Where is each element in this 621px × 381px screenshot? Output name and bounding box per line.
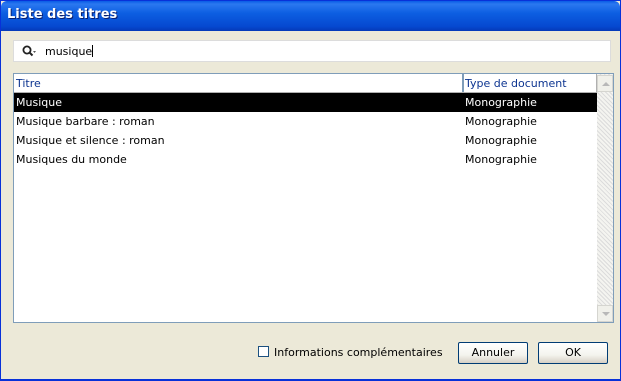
additional-info-label[interactable]: Informations complémentaires xyxy=(274,346,443,359)
scroll-up-button[interactable] xyxy=(597,75,613,92)
table-row[interactable]: Musique et silence : roman Monographie xyxy=(14,131,598,150)
additional-info-checkbox[interactable] xyxy=(258,346,269,357)
column-header-titre[interactable]: Titre xyxy=(16,77,41,90)
column-header-type[interactable]: Type de document xyxy=(465,77,567,90)
list-header: Titre Type de document xyxy=(14,74,598,93)
text-caret xyxy=(92,45,94,57)
row-title: Musique barbare : roman xyxy=(16,115,155,128)
search-input[interactable]: musique xyxy=(13,40,611,62)
row-title: Musique xyxy=(16,96,62,109)
table-row[interactable]: Musiques du monde Monographie xyxy=(14,150,598,169)
row-type: Monographie xyxy=(465,96,537,109)
column-divider[interactable] xyxy=(462,74,464,92)
table-row[interactable]: Musique Monographie xyxy=(14,93,598,112)
search-icon[interactable] xyxy=(22,45,36,59)
row-title: Musiques du monde xyxy=(16,153,127,166)
window-title: Liste des titres xyxy=(7,7,118,22)
search-value: musique xyxy=(45,45,93,58)
row-type: Monographie xyxy=(465,153,537,166)
vertical-scrollbar[interactable] xyxy=(597,74,613,322)
row-type: Monographie xyxy=(465,134,537,147)
results-list[interactable]: Titre Type de document Musique Monograph… xyxy=(13,73,614,323)
row-type: Monographie xyxy=(465,115,537,128)
row-title: Musique et silence : roman xyxy=(16,134,165,147)
cancel-button[interactable]: Annuler xyxy=(458,342,528,364)
table-row[interactable]: Musique barbare : roman Monographie xyxy=(14,112,598,131)
ok-button[interactable]: OK xyxy=(538,342,608,364)
scroll-down-button[interactable] xyxy=(597,305,613,322)
dialog-window: Liste des titres musique Titre Type de d… xyxy=(0,0,621,381)
title-bar[interactable]: Liste des titres xyxy=(1,1,620,31)
